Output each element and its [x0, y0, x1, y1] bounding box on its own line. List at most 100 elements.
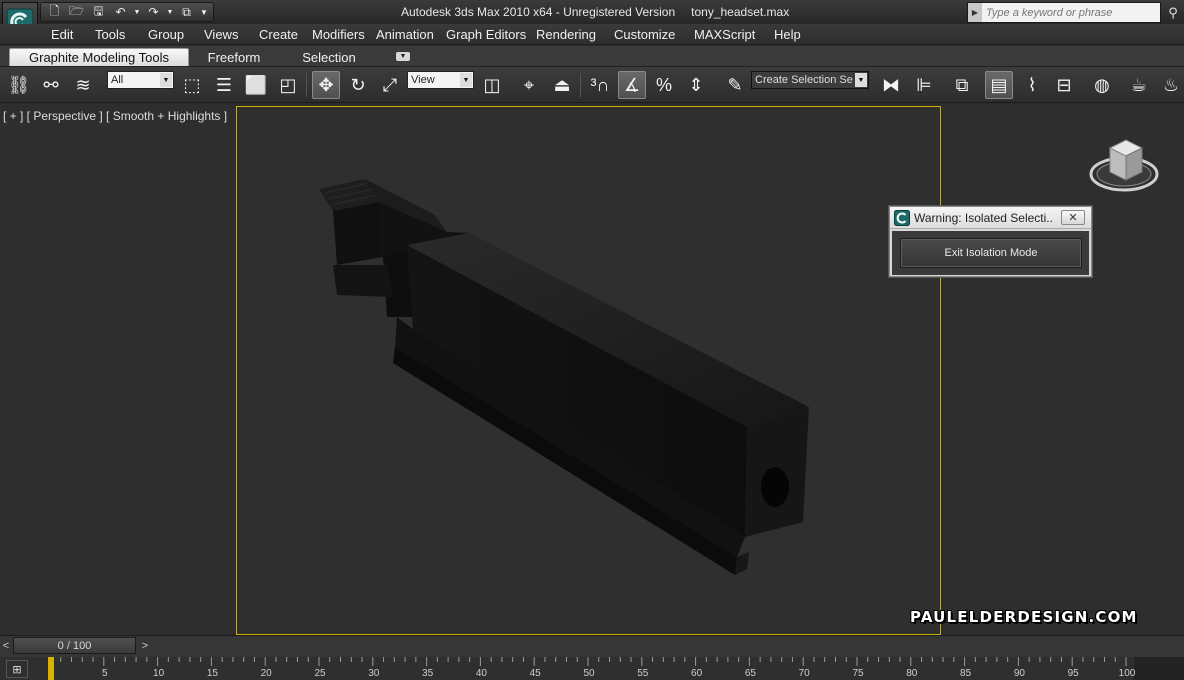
frame-tick-label: 55: [637, 668, 649, 679]
schematic-view-icon[interactable]: ⊟: [1050, 71, 1078, 99]
track-bar-end: [1134, 657, 1184, 680]
pivot-center-icon[interactable]: ◫: [478, 71, 506, 99]
select-and-scale-icon[interactable]: ⤢: [376, 71, 404, 99]
reference-coordinate-value: View: [411, 74, 435, 86]
render-production-icon[interactable]: ♨: [1157, 71, 1184, 99]
undo-icon[interactable]: ↶: [111, 4, 130, 20]
frame-tick-label: 100: [1118, 668, 1136, 679]
select-and-manipulate-icon[interactable]: ⌖: [515, 71, 543, 99]
save-file-icon[interactable]: 🖫: [89, 4, 108, 20]
snaps-toggle-icon[interactable]: ³∩: [586, 71, 614, 99]
menu-tools[interactable]: Tools: [95, 27, 125, 42]
render-setup-icon[interactable]: ☕: [1125, 71, 1153, 99]
reference-coordinate-select[interactable]: View ▼: [407, 71, 474, 89]
edit-named-selection-sets-icon[interactable]: ✎: [721, 71, 749, 99]
model-main-body: [393, 233, 809, 575]
menu-help[interactable]: Help: [774, 27, 801, 42]
select-and-link-icon[interactable]: ⛓: [5, 71, 33, 99]
keyboard-shortcut-override-icon[interactable]: ⏏: [548, 71, 576, 99]
search-input[interactable]: [982, 6, 1152, 19]
mirror-icon[interactable]: ⧓: [877, 71, 905, 99]
frame-tick-label: 65: [744, 668, 756, 679]
align-icon[interactable]: ⊫: [910, 71, 938, 99]
toolbar-separator: [580, 73, 581, 97]
menu-create[interactable]: Create: [259, 27, 298, 42]
title-bar: 🗋 🗁 🖫 ↶ ▼ ↷ ▼ ⧉ ▼ Autodesk 3ds Max 2010 …: [0, 0, 1184, 24]
previous-frame-icon[interactable]: <: [0, 637, 12, 654]
redo-icon[interactable]: ↷: [144, 4, 163, 20]
tab-selection[interactable]: Selection: [302, 48, 355, 66]
quick-access-dropdown-icon[interactable]: ▼: [199, 4, 209, 20]
main-toolbar: ⛓ ⚯ ≋ All ▼ ⬚ ☰ ⬜ ◰ ✥ ↻ ⤢ View ▼ ◫ ⌖ ⏏ ³…: [0, 67, 1184, 103]
frame-tick-label: 20: [260, 668, 272, 679]
layer-manager-icon[interactable]: ⧉: [948, 71, 976, 99]
rectangular-selection-icon[interactable]: ⬜: [242, 71, 270, 99]
named-selection-set-select[interactable]: Create Selection Se ▼: [751, 71, 869, 89]
app-window: 🗋 🗁 🖫 ↶ ▼ ↷ ▼ ⧉ ▼ Autodesk 3ds Max 2010 …: [0, 0, 1184, 680]
bind-to-space-warp-icon[interactable]: ≋: [69, 71, 97, 99]
menu-group[interactable]: Group: [148, 27, 184, 42]
graphite-modeling-tools-toggle-icon[interactable]: ▤: [985, 71, 1013, 99]
spinner-snap-toggle-icon[interactable]: ⇕: [682, 71, 710, 99]
frame-tick-label: 95: [1067, 668, 1079, 679]
frame-tick-label: 5: [102, 668, 108, 679]
ribbon-tab-bar: Graphite Modeling Tools Freeform Selecti…: [0, 46, 1184, 67]
angle-snap-toggle-icon[interactable]: ∡: [618, 71, 646, 99]
frame-tick-label: 15: [206, 668, 218, 679]
menu-graph-editors[interactable]: Graph Editors: [446, 27, 526, 42]
selection-filter-select[interactable]: All ▼: [107, 71, 174, 89]
dialog-body: Exit Isolation Mode: [892, 231, 1089, 275]
viewport-label[interactable]: [ + ] [ Perspective ] [ Smooth + Highlig…: [3, 109, 227, 123]
open-mini-curve-editor-icon[interactable]: ⊞: [6, 660, 28, 678]
unlink-selection-icon[interactable]: ⚯: [37, 71, 65, 99]
frame-tick-label: 50: [583, 668, 595, 679]
close-icon[interactable]: ✕: [1061, 210, 1085, 225]
frame-tick-label: 90: [1013, 668, 1025, 679]
window-title-text: Autodesk 3ds Max 2010 x64 - Unregistered…: [401, 5, 676, 19]
undo-dropdown-icon[interactable]: ▼: [133, 4, 141, 20]
frame-tick-label: 70: [798, 668, 810, 679]
frame-tick-label: 80: [906, 668, 918, 679]
current-frame-marker[interactable]: [48, 657, 54, 680]
exit-isolation-mode-button[interactable]: Exit Isolation Mode: [900, 238, 1082, 268]
select-and-move-icon[interactable]: ✥: [312, 71, 340, 99]
menu-edit[interactable]: Edit: [51, 27, 73, 42]
percent-snap-toggle-icon[interactable]: %: [650, 71, 678, 99]
new-file-icon[interactable]: 🗋: [45, 4, 64, 20]
menu-bar: Edit Tools Group Views Create Modifiers …: [0, 24, 1184, 45]
select-and-rotate-icon[interactable]: ↻: [344, 71, 372, 99]
next-frame-icon[interactable]: >: [139, 637, 151, 654]
ribbon-minimize-dropdown-icon[interactable]: ▼: [396, 52, 410, 61]
frame-tick-label: 85: [960, 668, 972, 679]
select-object-icon[interactable]: ⬚: [178, 71, 206, 99]
project-folder-icon[interactable]: ⧉: [177, 4, 196, 20]
menu-modifiers[interactable]: Modifiers: [312, 27, 365, 42]
viewcube-icon[interactable]: [1088, 134, 1160, 198]
viewport-left-margin: [0, 104, 236, 635]
redo-dropdown-icon[interactable]: ▼: [166, 4, 174, 20]
time-slider-thumb[interactable]: 0 / 100: [13, 637, 136, 654]
frame-tick-label: 40: [475, 668, 487, 679]
perspective-viewport[interactable]: [236, 106, 941, 635]
binoculars-icon[interactable]: ⚲: [1163, 3, 1183, 22]
menu-views[interactable]: Views: [204, 27, 238, 42]
menu-animation[interactable]: Animation: [376, 27, 434, 42]
menu-customize[interactable]: Customize: [614, 27, 675, 42]
frame-tick-label: 35: [422, 668, 434, 679]
named-selection-set-value: Create Selection Se: [755, 74, 853, 86]
dialog-title: Warning: Isolated Selecti...: [914, 210, 1054, 225]
named-selection-set-dropdown-icon: ▼: [855, 73, 867, 87]
material-editor-icon[interactable]: ◍: [1088, 71, 1116, 99]
search-expand-icon[interactable]: ▶: [968, 3, 982, 22]
search-box[interactable]: ▶: [967, 2, 1161, 23]
open-file-icon[interactable]: 🗁: [67, 4, 86, 20]
menu-rendering[interactable]: Rendering: [536, 27, 596, 42]
tab-graphite-modeling-tools[interactable]: Graphite Modeling Tools: [9, 48, 189, 66]
select-by-name-icon[interactable]: ☰: [210, 71, 238, 99]
toolbar-separator: [306, 73, 307, 97]
tab-freeform[interactable]: Freeform: [208, 48, 261, 66]
menu-maxscript[interactable]: MAXScript: [694, 27, 755, 42]
window-crossing-icon[interactable]: ◰: [274, 71, 302, 99]
frame-tick-label: 60: [691, 668, 703, 679]
curve-editor-icon[interactable]: ⌇: [1018, 71, 1046, 99]
